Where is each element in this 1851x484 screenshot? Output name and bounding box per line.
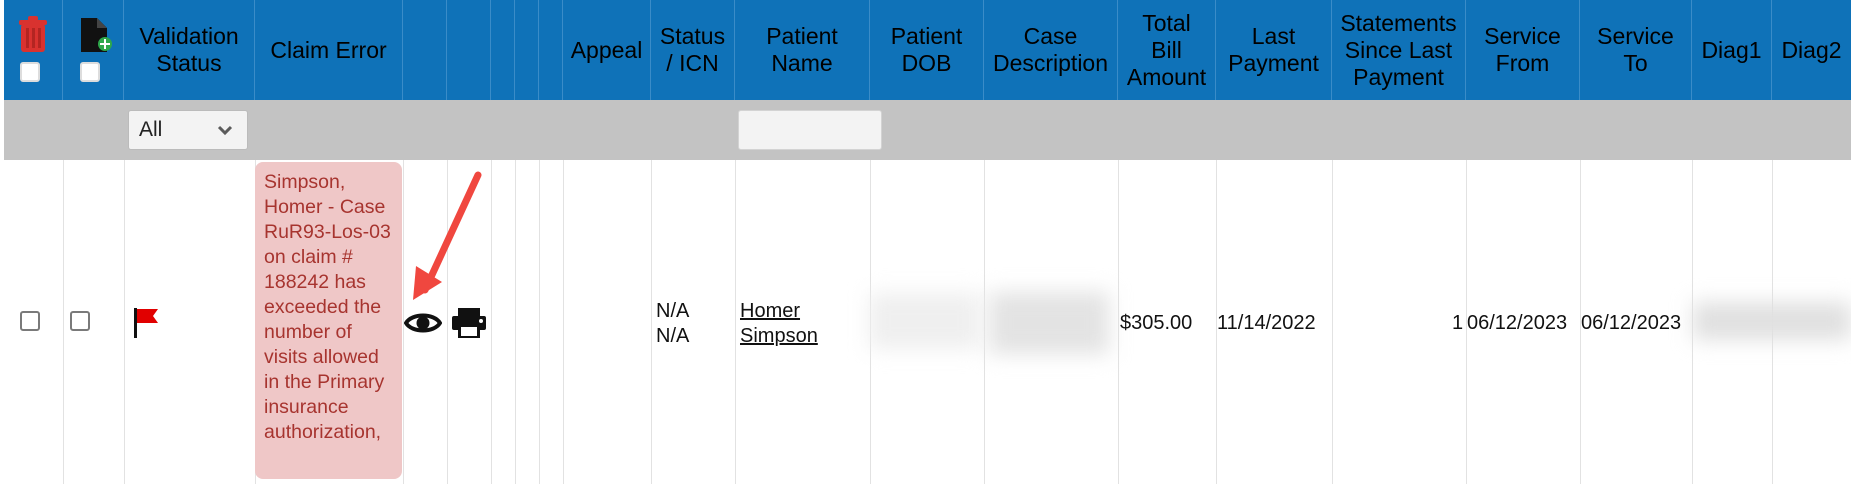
print-icon[interactable] bbox=[450, 306, 488, 340]
status-value: N/A bbox=[656, 300, 690, 322]
header-empty-column-1 bbox=[491, 0, 515, 100]
header-appeal[interactable]: Appeal bbox=[563, 0, 651, 100]
header-eye-column bbox=[403, 0, 447, 100]
statements-since-last-payment-value: 1 bbox=[1452, 312, 1464, 334]
filter-bar bbox=[4, 100, 1851, 160]
patient-name-filter-input[interactable] bbox=[738, 110, 882, 150]
last-payment-date: 11/14/2022 bbox=[1217, 312, 1316, 334]
chevron-down-icon bbox=[217, 125, 233, 136]
column-divider bbox=[63, 160, 64, 484]
patient-name-link[interactable]: Homer bbox=[740, 300, 800, 323]
row-export-checkbox[interactable] bbox=[70, 311, 90, 331]
header-patient-dob[interactable]: Patient DOB bbox=[870, 0, 984, 100]
validation-status-filter-value: All bbox=[139, 118, 163, 141]
header-service-from[interactable]: Service From bbox=[1466, 0, 1580, 100]
column-divider bbox=[651, 160, 652, 484]
eye-icon[interactable] bbox=[404, 309, 442, 337]
header-diag2[interactable]: Diag2 bbox=[1772, 0, 1851, 100]
claim-error-message: Simpson, Homer - Case RuR93-Los-03 on cl… bbox=[255, 162, 402, 479]
column-divider bbox=[735, 160, 736, 484]
column-divider bbox=[1332, 160, 1333, 484]
header-print-column bbox=[447, 0, 491, 100]
column-divider bbox=[491, 160, 492, 484]
header-case-description[interactable]: Case Description bbox=[984, 0, 1118, 100]
column-divider bbox=[563, 160, 564, 484]
header-validation-status[interactable]: Validation Status bbox=[124, 0, 255, 100]
header-claim-error[interactable]: Claim Error bbox=[255, 0, 403, 100]
header-last-payment[interactable]: Last Payment bbox=[1216, 0, 1332, 100]
column-divider bbox=[124, 160, 125, 484]
redacted-diag-values bbox=[1693, 302, 1851, 340]
header-export-column bbox=[63, 0, 124, 100]
service-to-date: 06/12/2023 bbox=[1581, 312, 1682, 334]
header-service-to[interactable]: Service To bbox=[1580, 0, 1692, 100]
header-checkbox-2[interactable] bbox=[80, 62, 100, 82]
header-delete-column bbox=[4, 0, 63, 100]
redacted-patient-dob bbox=[869, 293, 979, 349]
column-divider bbox=[515, 160, 516, 484]
header-select-all-checkbox[interactable] bbox=[20, 62, 40, 82]
header-statements-since-last-payment[interactable]: Statements Since Last Payment bbox=[1332, 0, 1466, 100]
total-bill-amount: $305.00 bbox=[1120, 312, 1193, 334]
header-patient-name[interactable]: Patient Name bbox=[735, 0, 870, 100]
redacted-case-description bbox=[989, 292, 1109, 354]
column-divider bbox=[539, 160, 540, 484]
header-empty-column-3 bbox=[539, 0, 563, 100]
row-delete-checkbox[interactable] bbox=[20, 311, 40, 331]
validation-status-filter-select[interactable]: All bbox=[128, 110, 248, 150]
header-status-icn[interactable]: Status / ICN bbox=[651, 0, 735, 100]
header-empty-column-2 bbox=[515, 0, 539, 100]
annotation-arrow bbox=[413, 171, 482, 300]
service-from-date: 06/12/2023 bbox=[1467, 312, 1568, 334]
column-divider bbox=[1118, 160, 1119, 484]
icn-value: N/A bbox=[656, 325, 690, 347]
header-total-bill-amount[interactable]: Total Bill Amount bbox=[1118, 0, 1216, 100]
flag-icon bbox=[134, 308, 158, 338]
patient-name-link-last[interactable]: Simpson bbox=[740, 325, 818, 348]
trash-icon[interactable] bbox=[18, 16, 48, 54]
column-divider bbox=[984, 160, 985, 484]
header-diag1[interactable]: Diag1 bbox=[1692, 0, 1772, 100]
export-document-icon[interactable] bbox=[77, 16, 115, 54]
